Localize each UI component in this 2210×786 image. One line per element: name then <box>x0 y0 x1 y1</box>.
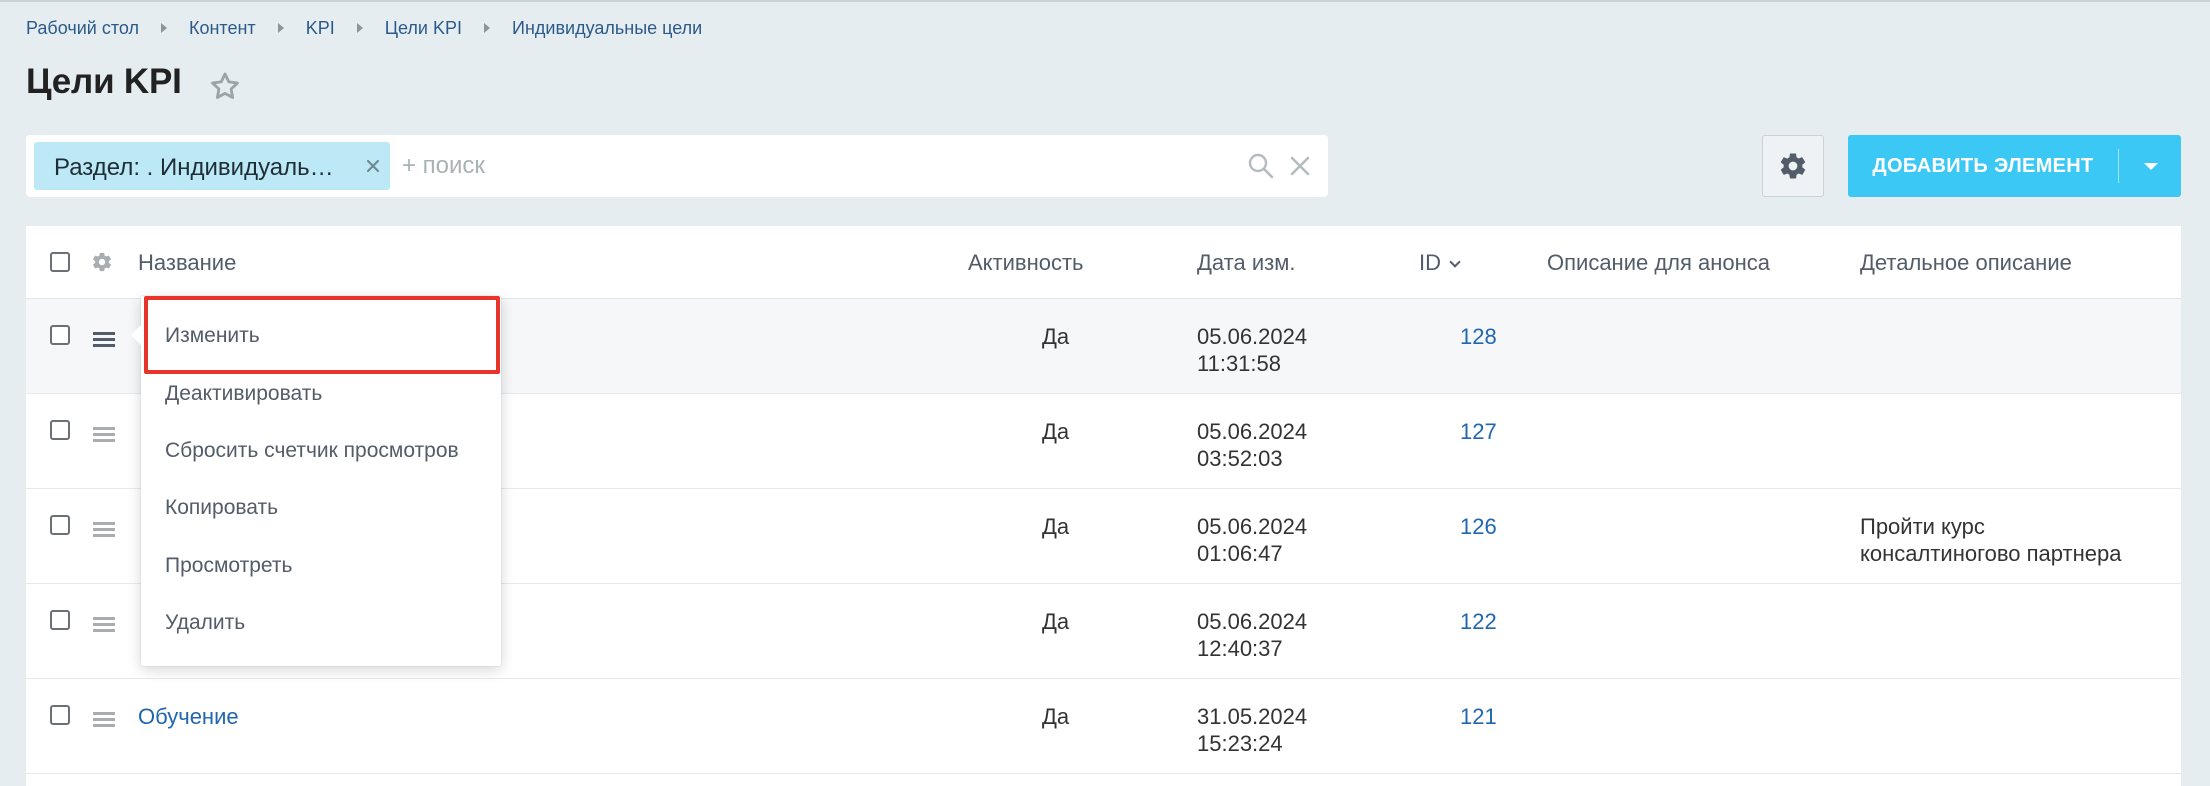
filter-chip-label: Раздел: . Индивидуальные цели <box>54 154 344 181</box>
close-icon[interactable] <box>362 155 384 177</box>
row-id-link[interactable]: 126 <box>1460 513 1497 540</box>
row-id-link[interactable]: 128 <box>1460 323 1497 350</box>
menu-item-edit[interactable]: Изменить <box>165 324 260 348</box>
column-header-date[interactable]: Дата изм. <box>1197 250 1295 276</box>
add-element-dropdown[interactable] <box>2119 135 2181 197</box>
breadcrumb-individual-goals[interactable]: Индивидуальные цели <box>512 18 702 39</box>
breadcrumb-separator-icon <box>277 23 284 33</box>
breadcrumb: Рабочий стол Контент KPI Цели KPI Индиви… <box>26 16 702 40</box>
row-checkbox[interactable] <box>50 325 70 345</box>
row-date-day: 05.06.2024 <box>1197 324 1308 349</box>
row-date: 05.06.2024 12:40:37 <box>1197 608 1337 662</box>
row-date-day: 31.05.2024 <box>1197 704 1308 729</box>
row-actions-menu-icon[interactable] <box>93 712 115 728</box>
menu-item-delete[interactable]: Удалить <box>165 611 245 635</box>
column-header-id-label: ID <box>1419 250 1441 275</box>
column-settings-gear-icon[interactable] <box>91 251 113 273</box>
row-date-time: 01:06:47 <box>1197 541 1283 566</box>
row-id-link[interactable]: 122 <box>1460 608 1497 635</box>
clear-search-icon[interactable] <box>1286 152 1314 180</box>
menu-pointer-arrow <box>131 325 141 345</box>
breadcrumb-content[interactable]: Контент <box>189 18 256 39</box>
row-date-day: 05.06.2024 <box>1197 514 1308 539</box>
row-activity: Да <box>1042 609 1070 634</box>
row-id-link[interactable]: 127 <box>1460 418 1497 445</box>
row-date-day: 05.06.2024 <box>1197 609 1308 634</box>
search-icon[interactable] <box>1246 151 1276 181</box>
breadcrumb-kpi-goals[interactable]: Цели KPI <box>385 18 462 39</box>
row-date-time: 15:23:24 <box>1197 731 1283 756</box>
page-title: Цели KPI <box>26 62 182 101</box>
column-header-announce[interactable]: Описание для анонса <box>1547 250 1770 276</box>
row-actions-menu-icon[interactable] <box>93 617 115 633</box>
row-activity: Да <box>1042 704 1070 729</box>
row-activity: Да <box>1042 514 1070 539</box>
breadcrumb-separator-icon <box>161 23 167 33</box>
column-header-name[interactable]: Название <box>138 250 236 276</box>
star-icon[interactable] <box>208 70 242 104</box>
row-date: 05.06.2024 11:31:58 <box>1197 323 1337 377</box>
breadcrumb-kpi[interactable]: KPI <box>306 18 335 39</box>
breadcrumb-desktop[interactable]: Рабочий стол <box>26 18 139 39</box>
row-checkbox[interactable] <box>50 705 70 725</box>
row-detail-line: консалтиногово партнера <box>1860 541 2122 566</box>
filter-chip-section[interactable]: Раздел: . Индивидуальные цели <box>34 142 390 190</box>
add-element-button[interactable]: ДОБАВИТЬ ЭЛЕМЕНТ <box>1848 135 2181 197</box>
menu-item-view[interactable]: Просмотреть <box>165 554 292 578</box>
search-input[interactable] <box>400 145 1240 187</box>
top-border <box>0 0 2210 2</box>
gear-icon <box>1780 153 1806 179</box>
settings-button[interactable] <box>1762 135 1824 197</box>
row-activity: Да <box>1042 324 1070 349</box>
add-element-label: ДОБАВИТЬ ЭЛЕМЕНТ <box>1872 155 2094 177</box>
row-checkbox[interactable] <box>50 610 70 630</box>
menu-item-reset-views[interactable]: Сбросить счетчик просмотров <box>165 439 459 463</box>
chevron-down-icon <box>2144 163 2158 170</box>
column-header-activity[interactable]: Активность <box>968 250 1084 276</box>
table-header: Название Активность Дата изм. ID Описани… <box>26 226 2181 299</box>
breadcrumb-separator-icon <box>356 23 363 33</box>
row-date: 31.05.2024 15:23:24 <box>1197 703 1337 757</box>
filter-search-bar: Раздел: . Индивидуальные цели <box>26 135 1328 197</box>
row-actions-menu-icon[interactable] <box>93 332 115 348</box>
table-row[interactable]: Обучение Да 31.05.2024 15:23:24 121 <box>26 679 2181 774</box>
breadcrumb-separator-icon <box>484 23 491 33</box>
row-checkbox[interactable] <box>50 420 70 440</box>
column-header-detail[interactable]: Детальное описание <box>1860 250 2072 276</box>
row-date: 05.06.2024 03:52:03 <box>1197 418 1337 472</box>
row-name-link[interactable]: Обучение <box>138 703 239 730</box>
row-activity: Да <box>1042 419 1070 444</box>
menu-item-copy[interactable]: Копировать <box>165 496 278 520</box>
row-checkbox[interactable] <box>50 515 70 535</box>
row-date-time: 03:52:03 <box>1197 446 1283 471</box>
row-detail-description: Пройти курс консалтиногово партнера <box>1860 513 2160 567</box>
row-date: 05.06.2024 01:06:47 <box>1197 513 1337 567</box>
row-date-time: 11:31:58 <box>1197 351 1282 376</box>
row-actions-menu-icon[interactable] <box>93 427 115 443</box>
row-context-menu: Изменить Деактивировать Сбросить счетчик… <box>131 296 501 666</box>
row-detail-line: Пройти курс <box>1860 514 1985 539</box>
column-header-id[interactable]: ID <box>1419 250 1461 276</box>
menu-item-deactivate[interactable]: Деактивировать <box>165 382 322 406</box>
row-actions-menu-icon[interactable] <box>93 522 115 538</box>
row-date-day: 05.06.2024 <box>1197 419 1308 444</box>
row-date-time: 12:40:37 <box>1197 636 1283 661</box>
row-id-link[interactable]: 121 <box>1460 703 1497 730</box>
select-all-checkbox[interactable] <box>50 252 70 272</box>
sort-desc-icon <box>1449 256 1461 268</box>
